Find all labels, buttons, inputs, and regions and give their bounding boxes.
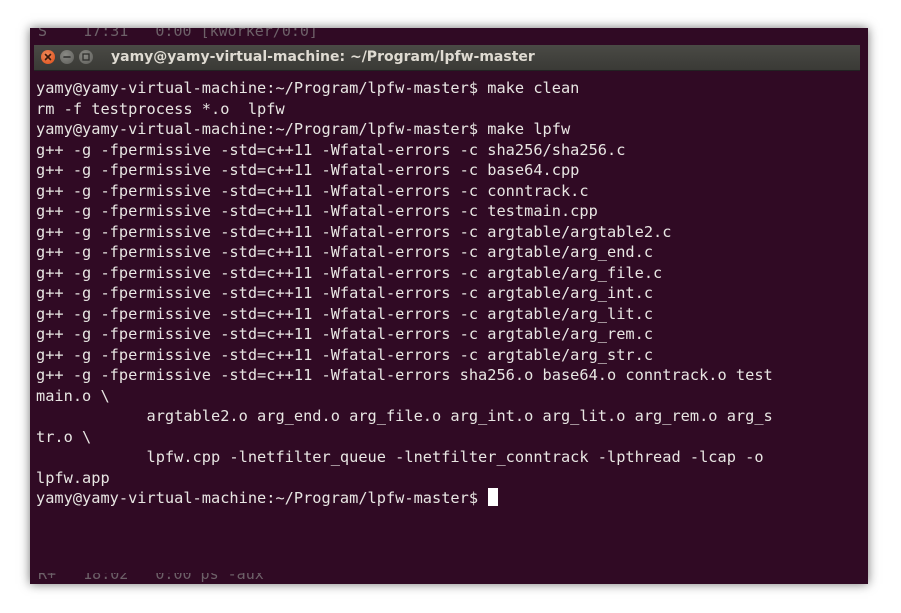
terminal-line: g++ -g -fpermissive -std=c++11 -Wfatal-e… bbox=[36, 325, 654, 343]
close-icon[interactable] bbox=[41, 50, 55, 64]
maximize-icon[interactable] bbox=[79, 50, 93, 64]
terminal-line: tr.o \ bbox=[36, 427, 92, 446]
terminal-output[interactable]: yamy@yamy-virtual-machine:~/Program/lpfw… bbox=[36, 78, 844, 566]
window-title: yamy@yamy-virtual-machine: ~/Program/lpf… bbox=[111, 49, 535, 65]
terminal-line: g++ -g -fpermissive -std=c++11 -Wfatal-e… bbox=[36, 284, 654, 302]
terminal-line: g++ -g -fpermissive -std=c++11 -Wfatal-e… bbox=[36, 181, 589, 200]
terminal-line: g++ -g -fpermissive -std=c++11 -Wfatal-e… bbox=[36, 202, 598, 220]
terminal-line: g++ -g -fpermissive -std=c++11 -Wfatal-e… bbox=[36, 140, 626, 159]
title-bar[interactable]: yamy@yamy-virtual-machine: ~/Program/lpf… bbox=[34, 45, 860, 71]
terminal-line: lpfw.cpp -lnetfilter_queue -lnetfilter_c… bbox=[36, 448, 764, 466]
terminal-line: g++ -g -fpermissive -std=c++11 -Wfatal-e… bbox=[36, 222, 672, 241]
terminal-line: yamy@yamy-virtual-machine:~/Program/lpfw… bbox=[36, 120, 571, 138]
prompt-line[interactable]: yamy@yamy-virtual-machine:~/Program/lpfw… bbox=[36, 488, 844, 509]
terminal-line: yamy@yamy-virtual-machine:~/Program/lpfw… bbox=[36, 79, 580, 97]
terminal-line: g++ -g -fpermissive -std=c++11 -Wfatal-e… bbox=[36, 161, 580, 179]
screenshot-frame: S 17:31 0:00 [kworker/0:0] R+ 18:02 0:00… bbox=[30, 28, 868, 584]
terminal-line: rm -f testprocess *.o lpfw bbox=[36, 99, 285, 118]
terminal-line: main.o \ bbox=[36, 386, 110, 405]
background-terminal-text: S 17:31 0:00 [kworker/0:0] bbox=[38, 28, 318, 40]
text-cursor bbox=[488, 488, 499, 506]
terminal-line: argtable2.o arg_end.o arg_file.o arg_int… bbox=[36, 407, 773, 425]
shell-prompt: yamy@yamy-virtual-machine:~/Program/lpfw… bbox=[36, 489, 488, 507]
minimize-icon[interactable] bbox=[60, 50, 74, 64]
terminal-line: g++ -g -fpermissive -std=c++11 -Wfatal-e… bbox=[36, 366, 773, 384]
terminal-line: g++ -g -fpermissive -std=c++11 -Wfatal-e… bbox=[36, 263, 663, 282]
terminal-line: g++ -g -fpermissive -std=c++11 -Wfatal-e… bbox=[36, 345, 654, 364]
terminal-line: g++ -g -fpermissive -std=c++11 -Wfatal-e… bbox=[36, 304, 654, 323]
terminal-window[interactable]: yamy@yamy-virtual-machine: ~/Program/lpf… bbox=[34, 45, 860, 573]
terminal-line: g++ -g -fpermissive -std=c++11 -Wfatal-e… bbox=[36, 243, 654, 261]
terminal-line: lpfw.app bbox=[36, 468, 110, 487]
